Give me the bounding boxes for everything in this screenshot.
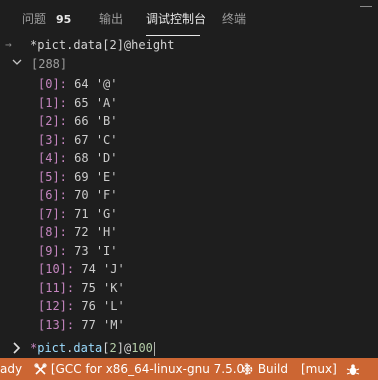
array-item-row[interactable]: [0]: 64 '@': [38, 75, 118, 93]
array-item-index: [5]:: [38, 169, 67, 184]
tab-debug-console[interactable]: 调试控制台: [146, 0, 206, 38]
status-debug-button[interactable]: [346, 358, 360, 380]
array-item-row[interactable]: [12]: 76 'L': [38, 297, 125, 315]
array-item-value: 73 'I': [74, 243, 118, 258]
array-item-value: 76 'L': [81, 299, 125, 313]
array-item-index: [4]:: [38, 151, 67, 165]
tools-icon: [34, 363, 47, 375]
panel-tab-bar: 问题 95 输出 调试控制台 终端: [0, 0, 378, 38]
array-item-value: 75 'K': [81, 280, 125, 295]
arrow-right-icon: →: [5, 38, 12, 51]
array-item-value: 69 'E': [74, 169, 118, 184]
array-item-row[interactable]: [8]: 72 'H': [38, 223, 118, 241]
array-item-row[interactable]: [5]: 69 'E': [38, 168, 118, 186]
input-token: [: [102, 341, 110, 355]
array-item-row[interactable]: [6]: 70 'F': [38, 186, 118, 204]
array-item-row[interactable]: [13]: 77 'M': [38, 316, 125, 334]
array-item-row[interactable]: [7]: 71 'G': [38, 205, 118, 223]
array-item-index: [10]:: [38, 262, 75, 276]
debug-console-input[interactable]: *pict.data[2]@100: [0, 338, 378, 358]
array-item-index: [0]:: [38, 77, 67, 91]
tab-output[interactable]: 输出: [99, 0, 123, 38]
array-item-index: [11]:: [38, 280, 75, 295]
array-item-row[interactable]: [2]: 66 'B': [38, 112, 118, 130]
bug-icon: [346, 363, 360, 375]
array-item-index: [8]:: [38, 225, 67, 239]
status-compiler-kit[interactable]: [GCC for x86_64-linux-gnu 7.5.0]: [34, 358, 249, 380]
input-expression[interactable]: *pict.data[2]@100: [30, 338, 155, 358]
chevron-down-icon[interactable]: [12, 57, 22, 67]
problems-count-badge: 95: [56, 13, 72, 26]
array-item-value: 68 'D': [74, 151, 118, 165]
array-item-index: [6]:: [38, 188, 67, 202]
text-cursor: [153, 341, 155, 356]
array-item-index: [13]:: [38, 317, 75, 332]
array-item-row[interactable]: [9]: 73 'I': [38, 242, 118, 260]
status-target-label: [mux]: [301, 362, 337, 376]
tab-terminal-label: 终端: [222, 12, 247, 26]
status-build-button[interactable]: Build: [241, 358, 288, 380]
array-item-index: [3]:: [38, 132, 67, 147]
tab-debug-console-label: 调试控制台: [146, 12, 207, 26]
array-item-index: [9]:: [38, 243, 67, 258]
array-item-value: 65 'A': [74, 95, 118, 110]
input-token: ]: [116, 341, 124, 355]
array-item-row[interactable]: [4]: 68 'D': [38, 149, 118, 167]
array-item-value: 74 'J': [81, 262, 125, 276]
array-item-row[interactable]: [11]: 75 'K': [38, 279, 125, 297]
panel-actions-divider: [360, 6, 372, 7]
evaluated-expression: *pict.data[2]@height: [30, 38, 175, 52]
input-token: 2: [109, 341, 117, 355]
status-bar: ady [GCC for x86_64-linux-gnu 7.5.0] Bui…: [0, 358, 378, 380]
array-item-value: 67 'C': [74, 132, 118, 147]
array-summary: [288]: [31, 57, 68, 71]
gear-icon: [242, 364, 253, 375]
array-item-row[interactable]: [10]: 74 'J': [38, 260, 125, 278]
status-build-label: Build: [257, 362, 288, 376]
status-target[interactable]: [mux]: [301, 358, 337, 380]
status-ready: ady: [0, 362, 23, 376]
array-item-value: 72 'H': [74, 225, 118, 239]
input-token: pict: [37, 341, 67, 355]
array-item-value: 70 'F': [74, 188, 118, 202]
array-item-value: 71 'G': [74, 206, 118, 221]
input-token: 100: [131, 341, 153, 355]
chevron-right-icon: [13, 342, 21, 354]
tab-terminal[interactable]: 终端: [222, 0, 246, 38]
tab-problems-label: 问题: [22, 12, 47, 26]
array-item-value: 64 '@': [74, 77, 118, 91]
array-item-index: [2]:: [38, 114, 67, 128]
array-item-index: [1]:: [38, 95, 67, 110]
array-item-index: [12]:: [38, 299, 75, 313]
array-item-value: 77 'M': [81, 317, 125, 332]
status-compiler-kit-label: [GCC for x86_64-linux-gnu 7.5.0]: [50, 362, 249, 376]
array-item-row[interactable]: [3]: 67 'C': [38, 131, 118, 149]
input-token: data: [73, 341, 103, 355]
array-item-row[interactable]: [1]: 65 'A': [38, 94, 118, 112]
array-item-value: 66 'B': [74, 114, 118, 128]
tab-problems[interactable]: 问题 95: [22, 0, 71, 38]
tab-output-label: 输出: [99, 12, 124, 26]
array-item-index: [7]:: [38, 206, 67, 221]
